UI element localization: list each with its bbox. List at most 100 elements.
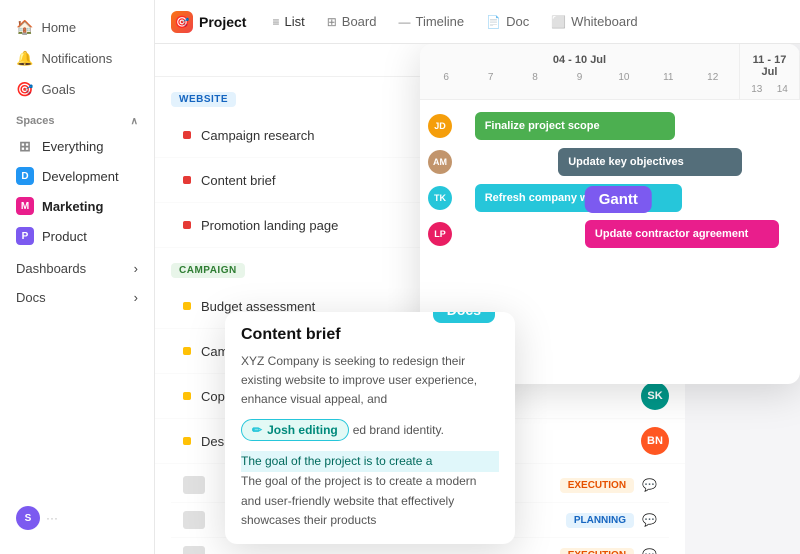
marketing-dot: M [16, 197, 34, 215]
sidebar-item-development[interactable]: D Development [0, 161, 154, 191]
gantt-day: 13 [747, 84, 767, 95]
sidebar-item-notifications[interactable]: 🔔 Notifications [0, 43, 154, 74]
dashboards-arrow-icon: › [134, 261, 138, 276]
main-content: 🎯 Project ≡ List ⊞ Board — Timeline 📄 [155, 0, 800, 554]
editing-row: ✏ Josh editing ed brand identity. [241, 415, 499, 445]
goals-label: Goals [41, 82, 75, 97]
tab-list-label: List [284, 14, 304, 29]
everything-icon: ⊞ [16, 137, 34, 155]
docs-label: Docs [16, 290, 46, 305]
project-icon: 🎯 [171, 11, 193, 33]
editing-user-label: Josh editing [267, 423, 338, 437]
tab-board[interactable]: ⊞ Board [317, 8, 387, 35]
task-bullet-yellow [183, 302, 191, 310]
sidebar-item-product[interactable]: P Product [0, 221, 154, 251]
docs-paragraph-1: XYZ Company is seeking to redesign their… [241, 354, 477, 406]
gantt-avatar: AM [428, 150, 452, 174]
gantt-bar-finalize: Finalize project scope [475, 112, 675, 140]
marketing-label: Marketing [42, 199, 103, 214]
sidebar-item-home[interactable]: 🏠 Home [0, 12, 154, 43]
gantt-avatar: LP [428, 222, 452, 246]
sidebar-item-marketing[interactable]: M Marketing [0, 191, 154, 221]
tab-doc-label: Doc [506, 14, 529, 29]
gantt-tooltip-label: Gantt [599, 191, 638, 208]
gantt-date-range-2: 11 - 17 Jul [740, 50, 799, 82]
pencil-icon: ✏ [252, 423, 262, 437]
docs-brand-text: ed brand identity. [353, 421, 444, 440]
top-bar: 🎯 Project ≡ List ⊞ Board — Timeline 📄 [155, 0, 800, 44]
task-assignee-avatar: BN [641, 427, 669, 455]
spaces-chevron-icon: ∧ [131, 116, 138, 127]
task-bullet-red [183, 221, 191, 229]
gantt-day: 11 [658, 72, 678, 83]
app-container: 🏠 Home 🔔 Notifications 🎯 Goals Spaces ∧ … [0, 0, 800, 554]
gantt-day: 8 [525, 72, 545, 83]
gantt-header: 04 - 10 Jul 6 7 8 9 10 11 12 11 - 17 Jul [420, 44, 800, 100]
project-title: Project [199, 14, 246, 30]
sidebar-item-goals[interactable]: 🎯 Goals [0, 74, 154, 105]
gantt-days-2: 13 14 [740, 82, 799, 97]
gantt-days-1: 6 7 8 9 10 11 12 [420, 70, 739, 85]
docs-panel: Docs Content brief XYZ Company is seekin… [225, 312, 515, 544]
gantt-row: LP Update contractor agreement [420, 216, 800, 252]
notifications-label: Notifications [41, 51, 112, 66]
calendar-icon [183, 476, 205, 494]
user-menu-icon: ··· [46, 511, 58, 525]
calendar-icon [183, 546, 205, 554]
docs-highlighted-text: The goal of the project is to create a [241, 451, 499, 472]
docs-title: Content brief [241, 326, 499, 344]
tab-timeline[interactable]: — Timeline [388, 8, 474, 35]
gantt-day: 12 [703, 72, 723, 83]
tab-board-label: Board [342, 14, 377, 29]
campaign-badge: CAMPAIGN [171, 263, 245, 278]
user-avatar: S [16, 506, 40, 530]
doc-icon: 📄 [486, 15, 501, 29]
docs-badge: Docs [433, 312, 495, 323]
sidebar: 🏠 Home 🔔 Notifications 🎯 Goals Spaces ∧ … [0, 0, 155, 554]
task-bullet-yellow [183, 392, 191, 400]
gantt-day: 10 [614, 72, 634, 83]
gantt-row: AM Update key objectives [420, 144, 800, 180]
gantt-row: JD Finalize project scope [420, 108, 800, 144]
gantt-tooltip-badge: Gantt [585, 186, 652, 213]
list-icon: ≡ [272, 15, 279, 29]
gantt-body: JD Finalize project scope AM Update key [420, 100, 800, 260]
gantt-bar-label: Finalize project scope [485, 120, 600, 132]
docs-text-3: The goal of the project is to create a m… [241, 472, 499, 530]
gantt-bar-container: Update contractor agreement [458, 220, 792, 248]
tab-list[interactable]: ≡ List [262, 8, 314, 35]
gantt-date-range-1: 04 - 10 Jul [420, 50, 739, 70]
user-area[interactable]: S ··· [0, 494, 154, 542]
status-badge: EXECUTION [560, 548, 634, 554]
tab-whiteboard-label: Whiteboard [571, 14, 637, 29]
spaces-title: Spaces [16, 115, 55, 127]
tab-doc[interactable]: 📄 Doc [476, 8, 539, 35]
gantt-day: 14 [772, 84, 792, 95]
gantt-date-group-1: 04 - 10 Jul 6 7 8 9 10 11 12 [420, 44, 740, 99]
gantt-day: 7 [481, 72, 501, 83]
docs-text-1: XYZ Company is seeking to redesign their… [241, 352, 499, 410]
sidebar-item-dashboards[interactable]: Dashboards › [0, 251, 154, 280]
whiteboard-icon: ⬜ [551, 15, 566, 29]
tab-timeline-label: Timeline [415, 14, 464, 29]
timeline-icon: — [398, 15, 410, 29]
gantt-bar-container: Update key objectives [458, 148, 792, 176]
task-bullet-yellow [183, 437, 191, 445]
gantt-bar-objectives: Update key objectives [558, 148, 742, 176]
product-dot: P [16, 227, 34, 245]
calendar-icon [183, 511, 205, 529]
gantt-bar-label: Update key objectives [568, 156, 684, 168]
sidebar-item-docs[interactable]: Docs › [0, 280, 154, 309]
docs-arrow-icon: › [134, 290, 138, 305]
gantt-avatar: TK [428, 186, 452, 210]
gantt-bar-container: Refresh company website Gantt [458, 184, 792, 212]
task-bullet-yellow [183, 347, 191, 355]
sidebar-item-everything[interactable]: ⊞ Everything [0, 131, 154, 161]
gantt-bar-container: Finalize project scope [458, 112, 792, 140]
gantt-avatar: JD [428, 114, 452, 138]
tab-whiteboard[interactable]: ⬜ Whiteboard [541, 8, 647, 35]
chat-icon: 💬 [642, 513, 657, 527]
gantt-day: 6 [436, 72, 456, 83]
home-label: Home [41, 20, 76, 35]
nav-tabs: ≡ List ⊞ Board — Timeline 📄 Doc ⬜ Whi [262, 8, 647, 35]
